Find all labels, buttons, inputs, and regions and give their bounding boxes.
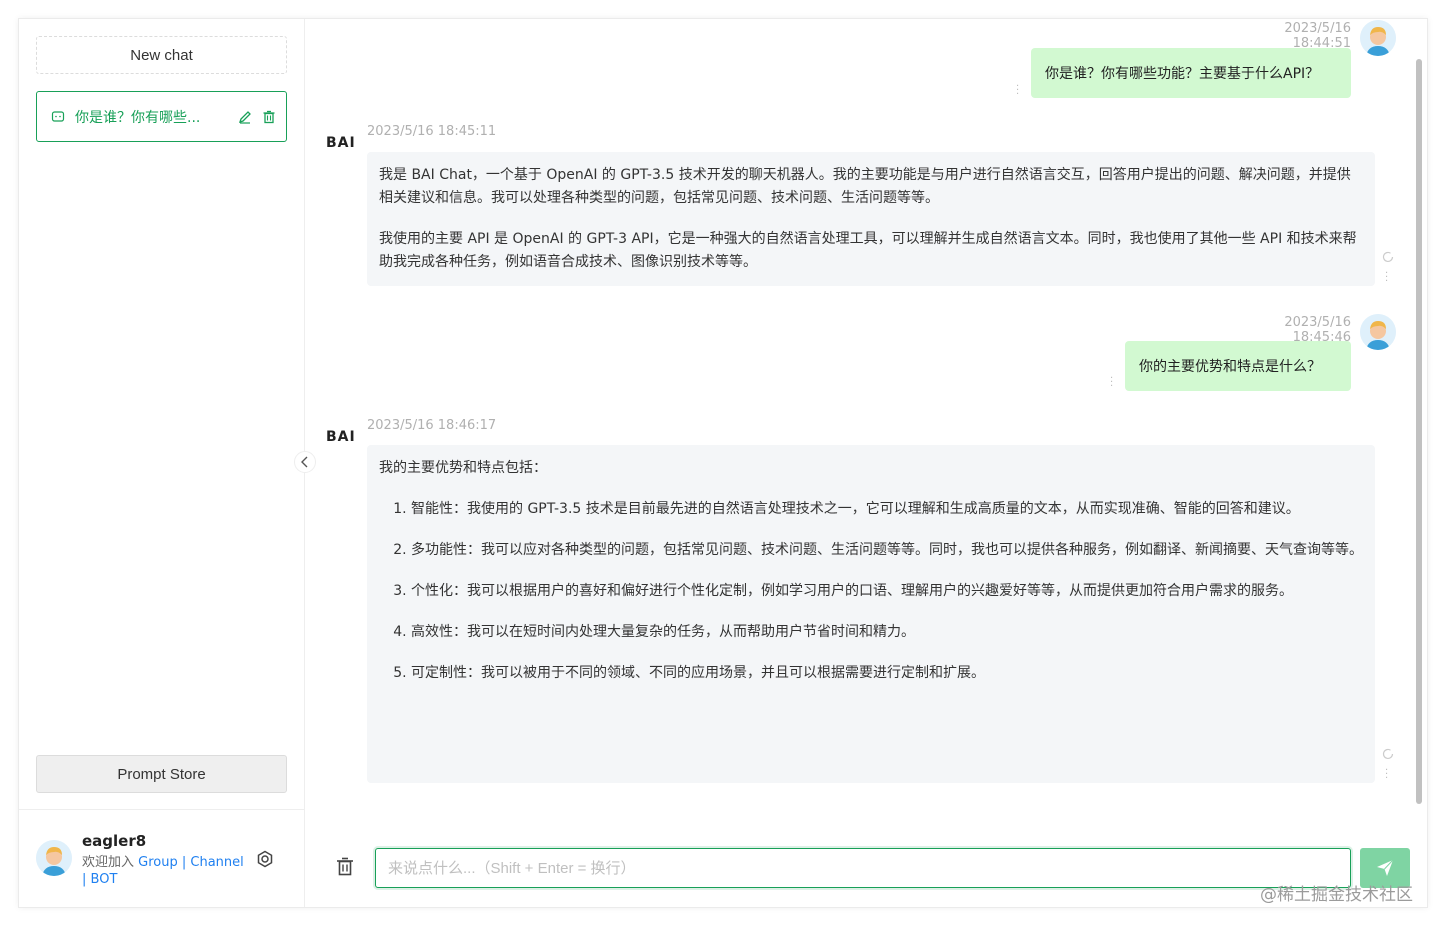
- more-dots-icon[interactable]: · · ·: [1110, 374, 1114, 392]
- welcome-text: 欢迎加入: [82, 855, 139, 870]
- more-dots-icon[interactable]: · · ·: [1385, 766, 1389, 784]
- delete-icon[interactable]: [262, 110, 276, 124]
- bot-logo: BAI: [326, 135, 356, 151]
- bot-link[interactable]: BOT: [91, 872, 118, 887]
- gear-icon[interactable]: [255, 849, 275, 869]
- message-time: 2023/5/16 18:45:11: [367, 124, 497, 139]
- scrollbar-thumb[interactable]: [1416, 59, 1422, 804]
- message-time: 2023/5/16 18:46:17: [367, 418, 497, 433]
- message-input[interactable]: [375, 848, 1351, 888]
- user-description: 欢迎加入 Group | Channel | BOT: [82, 854, 252, 888]
- bot-message: 我是 BAI Chat，一个基于 OpenAI 的 GPT-3.5 技术开发的聊…: [367, 152, 1375, 286]
- list-item: 多功能性：我可以应对各种类型的问题，包括常见问题、技术问题、生活问题等等。同时，…: [411, 539, 1363, 562]
- list-item: 可定制性：我可以被用于不同的领域、不同的应用场景，并且可以根据需要进行定制和扩展…: [411, 662, 1363, 685]
- user-message: 你的主要优势和特点是什么？: [1125, 341, 1351, 391]
- new-chat-button[interactable]: New chat: [36, 36, 287, 74]
- user-message: 你是谁？你有哪些功能？主要基于什么API？: [1031, 48, 1351, 98]
- sidebar: New chat 你是谁？你有哪些... Prompt Store eagler…: [19, 19, 305, 907]
- list-item: 高效性：我可以在短时间内处理大量复杂的任务，从而帮助用户节省时间和精力。: [411, 621, 1363, 644]
- edit-icon[interactable]: [238, 110, 252, 124]
- avatar: [1360, 20, 1396, 56]
- conversation-title: 你是谁？你有哪些...: [75, 109, 201, 126]
- link-separator: |: [177, 855, 191, 870]
- watermark: @稀土掘金技术社区: [1260, 885, 1413, 905]
- more-dots-icon[interactable]: · · ·: [1016, 82, 1020, 100]
- message-time: 2023/5/16 18:44:51: [1284, 21, 1351, 51]
- link-separator: |: [82, 872, 91, 887]
- message-paragraph: 我是 BAI Chat，一个基于 OpenAI 的 GPT-3.5 技术开发的聊…: [379, 167, 1351, 206]
- feature-list: 智能性：我使用的 GPT-3.5 技术是目前最先进的自然语言处理技术之一，它可以…: [379, 498, 1363, 685]
- more-dots-icon[interactable]: · · ·: [1385, 269, 1389, 287]
- group-link[interactable]: Group: [138, 855, 178, 870]
- user-name: eagler8: [82, 832, 147, 850]
- conversation-item[interactable]: 你是谁？你有哪些...: [36, 91, 287, 142]
- avatar: [36, 840, 72, 876]
- chat-bubble-icon: [51, 110, 65, 124]
- refresh-icon[interactable]: [1381, 249, 1395, 263]
- bot-logo: BAI: [326, 429, 356, 445]
- send-icon: [1377, 859, 1394, 876]
- bot-message: 我的主要优势和特点包括： 智能性：我使用的 GPT-3.5 技术是目前最先进的自…: [367, 445, 1375, 783]
- trash-icon[interactable]: [334, 856, 356, 878]
- prompt-store-button[interactable]: Prompt Store: [36, 755, 287, 793]
- user-panel: eagler8 欢迎加入 Group | Channel | BOT: [19, 809, 304, 907]
- list-item: 智能性：我使用的 GPT-3.5 技术是目前最先进的自然语言处理技术之一，它可以…: [411, 498, 1363, 521]
- message-paragraph: 我使用的主要 API 是 OpenAI 的 GPT-3 API，它是一种强大的自…: [379, 231, 1357, 270]
- chat-panel: 2023/5/16 18:44:51 你是谁？你有哪些功能？主要基于什么API？…: [306, 19, 1427, 907]
- refresh-icon[interactable]: [1381, 746, 1395, 760]
- app-window: New chat 你是谁？你有哪些... Prompt Store eagler…: [18, 18, 1428, 908]
- channel-link[interactable]: Channel: [190, 855, 243, 870]
- message-intro: 我的主要优势和特点包括：: [379, 460, 547, 476]
- list-item: 个性化：我可以根据用户的喜好和偏好进行个性化定制，例如学习用户的口语、理解用户的…: [411, 580, 1363, 603]
- avatar: [1360, 314, 1396, 350]
